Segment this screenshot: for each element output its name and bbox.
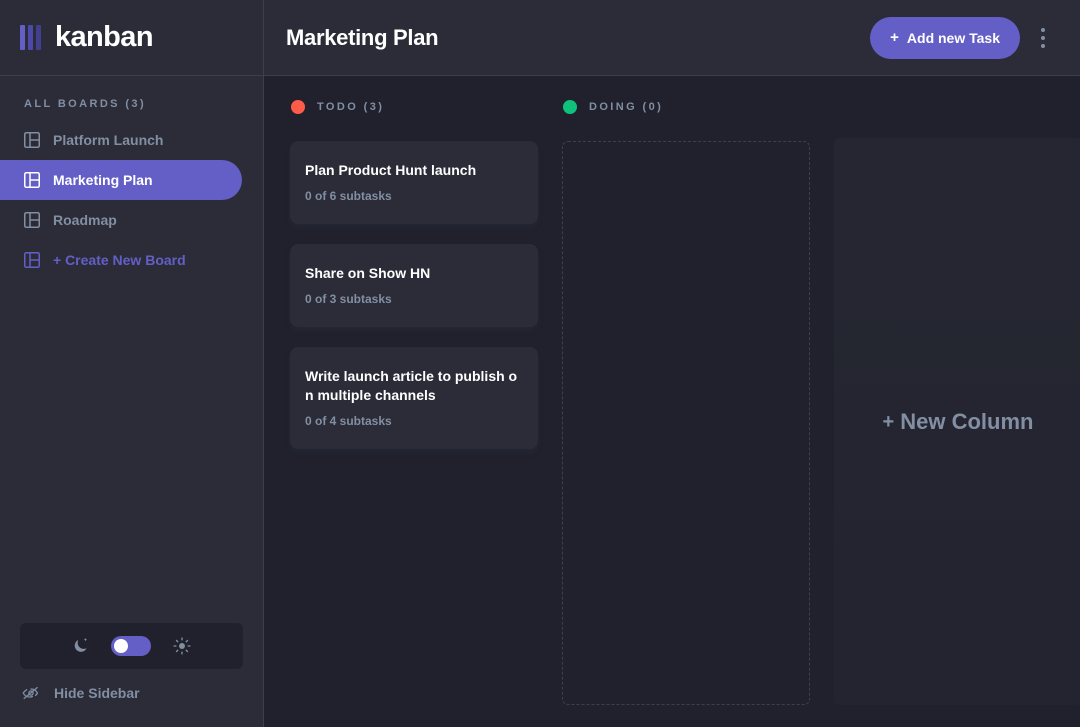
column-task-list: Plan Product Hunt launch 0 of 6 subtasks… [290,141,538,727]
sun-icon [173,637,191,655]
task-title: Write launch article to publish on multi… [305,368,518,403]
plus-icon: + [890,29,899,46]
task-title: Plan Product Hunt launch [305,162,477,178]
theme-toggle-panel [20,623,243,669]
column-status-dot [291,100,305,114]
top-header: Marketing Plan + Add new Task [264,0,1080,76]
sidebar: kanban ALL BOARDS (3) Platform Launch Ma… [0,0,264,727]
add-new-task-button[interactable]: + Add new Task [870,16,1020,59]
all-boards-heading: ALL BOARDS (3) [24,98,147,110]
column-task-list [562,141,810,727]
board-canvas: TODO (3) Plan Product Hunt launch 0 of 6… [264,76,1080,727]
create-new-board-label: + Create New Board [53,252,186,268]
logo-area: kanban [0,0,263,76]
new-column-button[interactable]: + New Column [834,138,1080,705]
eye-off-icon [22,686,39,700]
board-icon [24,132,40,148]
logo-bar-3 [36,25,41,50]
task-subtask-count: 0 of 4 subtasks [305,414,392,428]
sidebar-item-marketing-plan[interactable]: Marketing Plan [0,160,242,200]
main-area: Marketing Plan + Add new Task TODO (3) P… [264,0,1080,727]
board-icon [24,212,40,228]
new-column-label: New Column [900,408,1034,434]
sidebar-item-label: Platform Launch [53,132,164,148]
logo-text: kanban [55,21,154,53]
logo-bar-1 [20,25,25,50]
sidebar-item-platform-launch[interactable]: Platform Launch [0,120,242,160]
kebab-dot-2 [1041,35,1045,40]
logo-bar-2 [28,25,33,50]
column-name: DOING (0) [589,101,664,113]
kanban-app: kanban ALL BOARDS (3) Platform Launch Ma… [0,0,1080,727]
column-header: TODO (3) [290,98,538,116]
sidebar-item-roadmap[interactable]: Roadmap [0,200,242,240]
kanban-logo-icon [20,25,41,50]
page-title: Marketing Plan [286,24,439,50]
hide-sidebar-button[interactable]: Hide Sidebar [0,669,263,717]
task-subtask-count: 0 of 3 subtasks [305,292,392,306]
task-card[interactable]: Share on Show HN 0 of 3 subtasks [290,244,538,327]
task-title: Share on Show HN [305,265,431,281]
kebab-dot-3 [1041,43,1045,48]
theme-toggle-knob [114,639,128,653]
column-doing: DOING (0) [562,98,810,727]
task-card[interactable]: Plan Product Hunt launch 0 of 6 subtasks [290,141,538,224]
hide-sidebar-label: Hide Sidebar [54,685,140,701]
moon-icon [74,637,87,652]
theme-toggle-switch[interactable] [111,636,151,656]
task-subtask-count: 0 of 6 subtasks [305,189,392,203]
column-todo: TODO (3) Plan Product Hunt launch 0 of 6… [290,98,538,727]
column-name: TODO (3) [317,101,385,113]
board-list: Platform Launch Marketing Plan Roadmap +… [0,120,263,280]
create-new-board-button[interactable]: + Create New Board [0,240,242,280]
task-card[interactable]: Write launch article to publish on multi… [290,347,538,449]
add-new-task-label: Add new Task [906,29,1000,46]
plus-icon: + [882,410,895,433]
empty-column-dropzone[interactable] [562,141,810,705]
board-icon [24,252,40,268]
sidebar-item-label: Marketing Plan [53,172,153,188]
sidebar-item-label: Roadmap [53,212,117,228]
column-status-dot [563,100,577,114]
column-header: DOING (0) [562,98,810,116]
board-icon [24,172,40,188]
kebab-dot-1 [1041,27,1045,32]
kebab-menu-icon[interactable] [1030,17,1056,59]
